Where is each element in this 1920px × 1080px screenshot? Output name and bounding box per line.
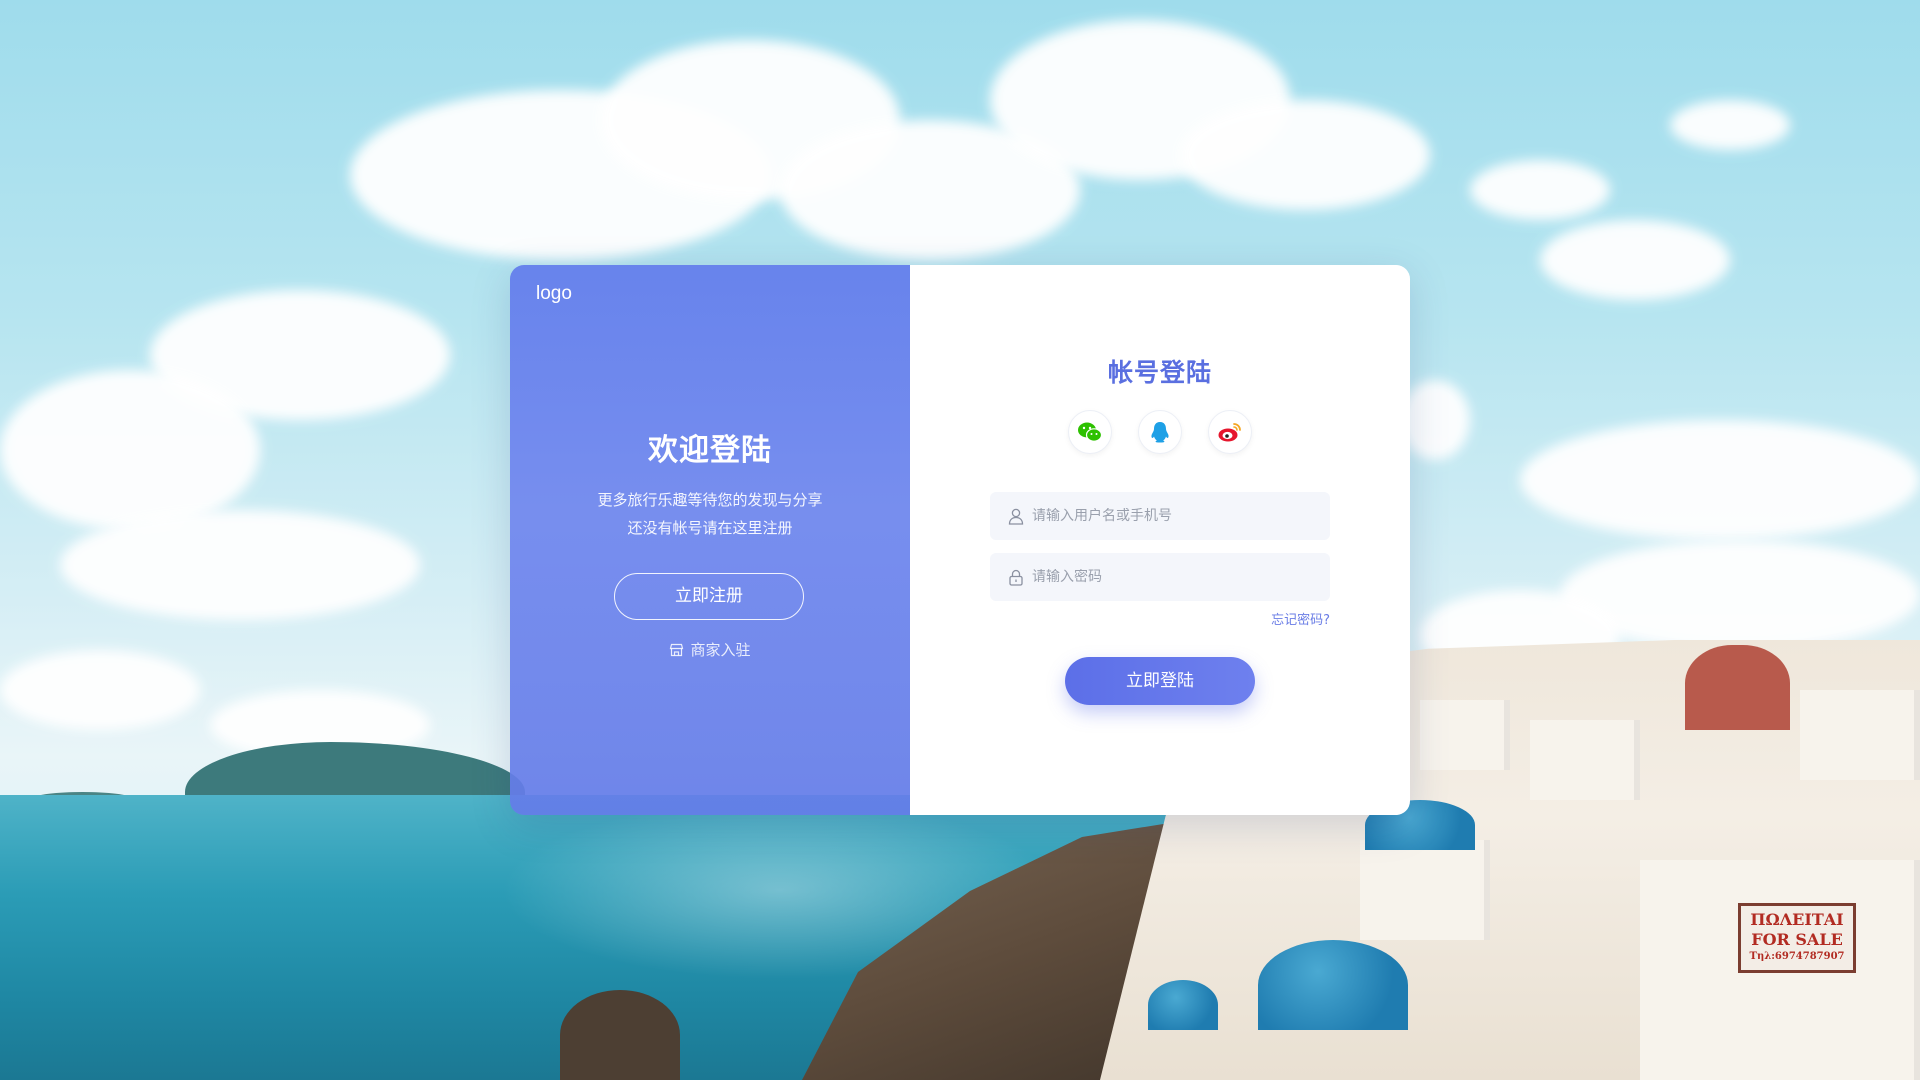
blue-dome	[1148, 980, 1218, 1030]
cloud	[1540, 220, 1730, 300]
cloud	[60, 510, 420, 620]
login-title: 帐号登陆	[1107, 358, 1212, 387]
weibo-icon	[1218, 423, 1241, 442]
sign-text-greek: ΠΩΛΕΙΤΑΙ	[1750, 910, 1844, 929]
house	[1800, 690, 1920, 780]
subtitle-line: 更多旅行乐趣等待您的发现与分享	[597, 491, 823, 509]
password-field[interactable]	[990, 553, 1330, 601]
sign-phone: Τηλ:6974787907	[1749, 951, 1845, 962]
for-sale-sign: ΠΩΛΕΙΤΑΙ FOR SALE Τηλ:6974787907	[1738, 903, 1856, 973]
cloud	[1520, 420, 1920, 540]
red-house	[1685, 645, 1790, 730]
rock	[560, 990, 680, 1080]
login-button[interactable]: 立即登陆	[1065, 657, 1255, 705]
register-button[interactable]: 立即注册	[614, 573, 804, 620]
welcome-subtitle: 更多旅行乐趣等待您的发现与分享 还没有帐号请在这里注册	[510, 486, 910, 542]
username-input[interactable]	[1032, 508, 1322, 524]
qq-login-button[interactable]	[1138, 410, 1182, 454]
cloud	[0, 650, 200, 730]
cloud	[0, 370, 260, 530]
login-card: logo 欢迎登陆 更多旅行乐趣等待您的发现与分享 还没有帐号请在这里注册 立即…	[510, 265, 1410, 815]
house	[1530, 720, 1640, 800]
logo[interactable]: logo	[536, 283, 572, 305]
subtitle-line: 还没有帐号请在这里注册	[627, 519, 793, 537]
login-panel: 帐号登陆 请输入用户名或手机号 忘记密码? 立即登陆	[910, 265, 1410, 815]
qq-icon	[1151, 422, 1169, 443]
lock-icon	[1009, 569, 1023, 586]
sign-text-english: FOR SALE	[1751, 930, 1843, 949]
house	[1420, 700, 1510, 770]
cloud	[1400, 380, 1470, 460]
wechat-login-button[interactable]	[1068, 410, 1112, 454]
weibo-login-button[interactable]	[1208, 410, 1252, 454]
merchant-link[interactable]: 商家入驻	[510, 639, 910, 660]
user-icon	[1008, 508, 1024, 525]
wechat-icon	[1078, 422, 1103, 442]
cloud	[1670, 100, 1790, 150]
cloud	[1180, 100, 1430, 210]
store-icon	[670, 643, 684, 656]
cloud	[1470, 160, 1610, 220]
welcome-panel: logo 欢迎登陆 更多旅行乐趣等待您的发现与分享 还没有帐号请在这里注册 立即…	[510, 265, 910, 815]
welcome-heading: 欢迎登陆	[648, 433, 772, 468]
social-login-row	[910, 410, 1410, 454]
forgot-password-link[interactable]: 忘记密码?	[1271, 609, 1330, 628]
username-field[interactable]	[990, 492, 1330, 540]
merchant-label: 商家入驻	[690, 641, 751, 659]
blue-dome	[1258, 940, 1408, 1030]
house	[1360, 840, 1490, 940]
password-input[interactable]	[1032, 569, 1322, 585]
